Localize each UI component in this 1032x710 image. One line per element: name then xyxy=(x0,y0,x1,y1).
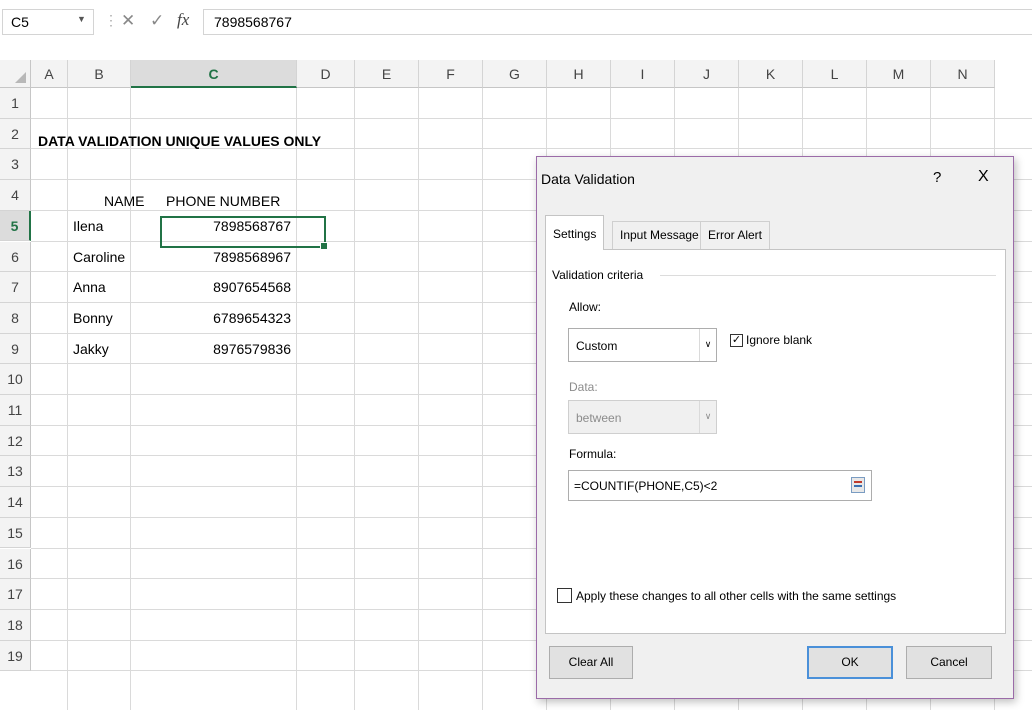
allow-select[interactable]: Custom ∨ xyxy=(568,328,717,362)
ok-button[interactable]: OK xyxy=(807,646,893,679)
select-all-icon xyxy=(15,72,26,83)
row-header-2[interactable]: 2 xyxy=(0,118,31,150)
fill-handle[interactable] xyxy=(320,242,328,250)
phone-cell[interactable]: 8907654568 xyxy=(131,279,291,295)
row-header-15[interactable]: 15 xyxy=(0,517,31,549)
data-select[interactable]: between ∨ xyxy=(568,400,717,434)
chevron-down-icon: ∨ xyxy=(699,329,716,361)
phone-header-cell[interactable]: PHONE NUMBER xyxy=(166,193,280,209)
column-header-l[interactable]: L xyxy=(803,60,867,88)
column-header-j[interactable]: J xyxy=(675,60,739,88)
name-cell[interactable]: Anna xyxy=(73,279,106,295)
row-header-14[interactable]: 14 xyxy=(0,487,31,518)
settings-panel: Validation criteria Allow: Custom ∨ ✓ Ig… xyxy=(545,249,1006,634)
grid-vline xyxy=(482,88,483,710)
dialog-title: Data Validation xyxy=(541,171,635,187)
column-header-m[interactable]: M xyxy=(867,60,931,88)
grid-vline xyxy=(130,88,131,710)
column-header-c[interactable]: C xyxy=(131,60,297,88)
formula-field[interactable]: =COUNTIF(PHONE,C5)<2 xyxy=(568,470,872,501)
enter-icon[interactable]: ✓ xyxy=(150,11,164,31)
clear-all-button[interactable]: Clear All xyxy=(549,646,633,679)
close-button[interactable]: X xyxy=(978,168,989,186)
column-header-a[interactable]: A xyxy=(31,60,68,88)
ignore-blank-checkbox[interactable]: ✓ xyxy=(730,334,743,347)
chevron-down-icon: ∨ xyxy=(699,401,716,433)
name-cell[interactable]: Ilena xyxy=(73,218,103,234)
row-header-9[interactable]: 9 xyxy=(0,333,31,365)
row-header-10[interactable]: 10 xyxy=(0,364,31,395)
phone-cell[interactable]: 6789654323 xyxy=(131,310,291,326)
formula-value: 7898568767 xyxy=(214,14,292,30)
range-selector-icon[interactable] xyxy=(851,477,865,493)
row-header-7[interactable]: 7 xyxy=(0,272,31,303)
row-header-12[interactable]: 12 xyxy=(0,425,31,457)
row-header-3[interactable]: 3 xyxy=(0,149,31,181)
allow-value: Custom xyxy=(576,339,618,353)
tab-input-message[interactable]: Input Message xyxy=(612,221,707,249)
formula-bar: C5 ▼ ⋮ ✕ ✓ fx 7898568767 xyxy=(0,0,1032,44)
row-header-4[interactable]: 4 xyxy=(0,180,31,211)
column-header-h[interactable]: H xyxy=(547,60,611,88)
help-button[interactable]: ? xyxy=(933,169,941,186)
column-header-b[interactable]: B xyxy=(68,60,131,88)
insert-function-icon[interactable]: fx xyxy=(177,10,189,30)
row-header-8[interactable]: 8 xyxy=(0,302,31,334)
formula-field-value: =COUNTIF(PHONE,C5)<2 xyxy=(574,479,718,493)
row-header-5[interactable]: 5 xyxy=(0,210,31,242)
name-cell[interactable]: Caroline xyxy=(73,249,125,265)
separator-icon: ⋮ xyxy=(104,12,118,28)
dialog-tabs: Settings Input Message Error Alert xyxy=(545,215,1005,250)
active-cell-border xyxy=(160,216,328,250)
grid-vline xyxy=(296,88,297,710)
validation-criteria-label: Validation criteria xyxy=(552,268,644,282)
row-header-16[interactable]: 16 xyxy=(0,548,31,580)
column-header-e[interactable]: E xyxy=(355,60,419,88)
section-divider xyxy=(660,275,996,276)
grid-vline xyxy=(418,88,419,710)
phone-cell[interactable]: 7898568967 xyxy=(131,249,291,265)
tab-error-alert[interactable]: Error Alert xyxy=(700,221,771,249)
phone-cell[interactable]: 8976579836 xyxy=(131,341,291,357)
name-box-value: C5 xyxy=(11,14,29,30)
column-header-f[interactable]: F xyxy=(419,60,483,88)
row-header-18[interactable]: 18 xyxy=(0,609,31,641)
name-header-cell[interactable]: NAME xyxy=(104,193,144,209)
tab-settings[interactable]: Settings xyxy=(545,215,605,250)
grid-hline xyxy=(31,117,1032,119)
data-validation-dialog: Data Validation ? X Settings Input Messa… xyxy=(536,156,1014,699)
row-header-6[interactable]: 6 xyxy=(0,241,31,273)
row-header-11[interactable]: 11 xyxy=(0,395,31,426)
column-header-g[interactable]: G xyxy=(483,60,547,88)
allow-label: Allow: xyxy=(569,300,602,314)
ignore-blank-label: Ignore blank xyxy=(746,333,813,347)
column-header-d[interactable]: D xyxy=(297,60,355,88)
data-label: Data: xyxy=(569,380,598,394)
cancel-icon[interactable]: ✕ xyxy=(121,11,135,31)
row-header-1[interactable]: 1 xyxy=(0,88,31,119)
chevron-down-icon[interactable]: ▼ xyxy=(77,14,86,24)
name-cell[interactable]: Jakky xyxy=(73,341,109,357)
row-header-17[interactable]: 17 xyxy=(0,579,31,610)
column-header-n[interactable]: N xyxy=(931,60,995,88)
row-header-13[interactable]: 13 xyxy=(0,456,31,488)
row-header-19[interactable]: 19 xyxy=(0,640,31,672)
name-box[interactable]: C5 ▼ xyxy=(2,9,94,35)
grid-vline xyxy=(354,88,355,710)
cancel-button[interactable]: Cancel xyxy=(906,646,992,679)
select-all-corner[interactable] xyxy=(0,60,31,88)
column-header-k[interactable]: K xyxy=(739,60,803,88)
apply-all-label: Apply these changes to all other cells w… xyxy=(576,589,897,603)
column-header-i[interactable]: I xyxy=(611,60,675,88)
name-cell[interactable]: Bonny xyxy=(73,310,113,326)
grid-vline xyxy=(67,88,68,710)
formula-label: Formula: xyxy=(569,447,617,461)
formula-input[interactable]: 7898568767 xyxy=(203,9,1032,35)
data-value: between xyxy=(576,411,622,425)
apply-all-checkbox[interactable] xyxy=(557,588,572,603)
sheet-title-cell[interactable]: DATA VALIDATION UNIQUE VALUES ONLY xyxy=(38,133,321,149)
